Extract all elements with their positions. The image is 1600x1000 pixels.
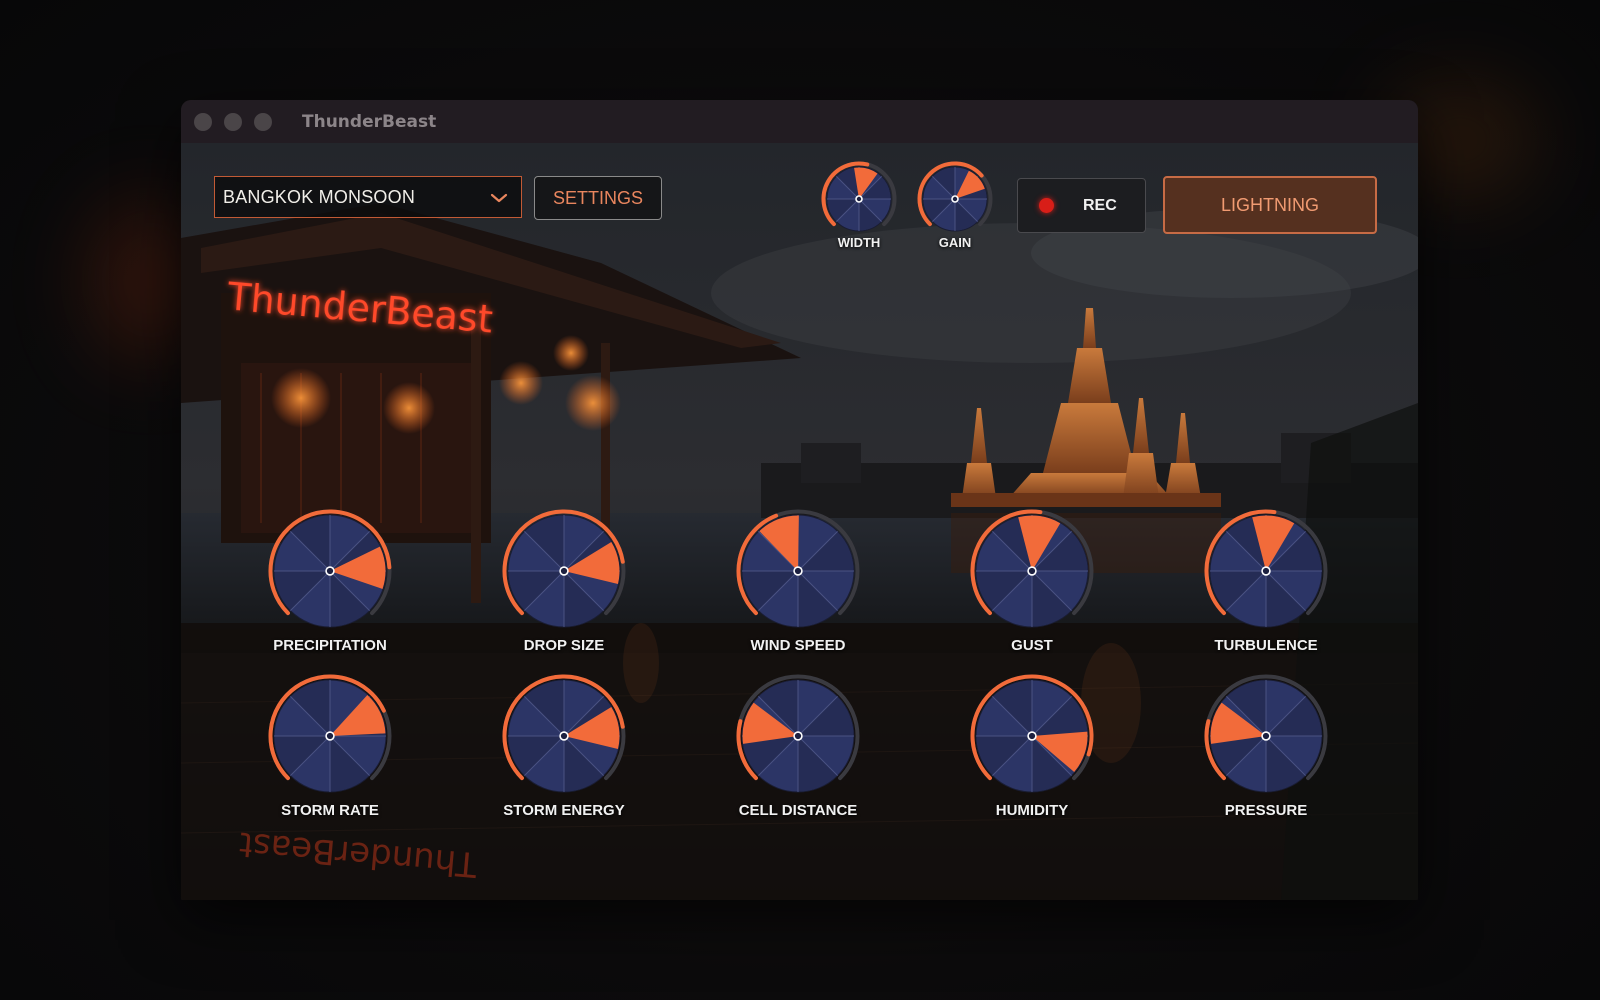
record-button[interactable]: REC — [1017, 178, 1146, 233]
chevron-down-icon — [490, 193, 508, 203]
record-indicator-icon — [1039, 198, 1054, 213]
knob-gain[interactable]: GAIN — [915, 159, 995, 250]
knob-dial — [970, 509, 1094, 628]
knob-label: DROP SIZE — [523, 637, 605, 654]
knob-dial — [268, 674, 392, 793]
preset-dropdown[interactable]: BANGKOK MONSOON — [214, 176, 522, 218]
knob-dial — [1204, 509, 1328, 628]
knob-turbulence[interactable]: TURBULENCE — [1202, 507, 1330, 654]
plugin-panel: ThunderBeast ThunderBeast BANGKOK MONSOO… — [181, 143, 1418, 900]
knob-hub — [1261, 731, 1271, 741]
knob-gust[interactable]: GUST — [968, 507, 1096, 654]
knob-cell-distance[interactable]: CELL DISTANCE — [734, 672, 862, 819]
zoom-window-button[interactable] — [254, 112, 272, 131]
knob-storm-rate[interactable]: STORM RATE — [266, 672, 394, 819]
record-label: REC — [1083, 196, 1117, 214]
preset-name: BANGKOK MONSOON — [223, 186, 416, 207]
knob-dial — [736, 674, 860, 793]
knob-hub — [855, 195, 863, 203]
knob-dial — [970, 674, 1094, 793]
close-window-button[interactable] — [194, 112, 212, 131]
knob-label: STORM RATE — [281, 802, 379, 819]
knob-pressure[interactable]: PRESSURE — [1202, 672, 1330, 819]
knob-hub — [325, 566, 335, 576]
knob-label: GUST — [1011, 637, 1053, 654]
knob-precipitation[interactable]: PRECIPITATION — [266, 507, 394, 654]
knob-label: TURBULENCE — [1214, 637, 1318, 654]
knob-storm-energy[interactable]: STORM ENERGY — [500, 672, 628, 819]
knob-label: PRESSURE — [1224, 802, 1308, 819]
knob-hub — [1261, 566, 1271, 576]
lightning-button[interactable]: LIGHTNING — [1163, 176, 1377, 234]
app-window: ThunderBeast ThunderBeast ThunderBeast B… — [181, 100, 1418, 900]
knob-dial — [917, 161, 993, 232]
knob-label: CELL DISTANCE — [738, 802, 858, 819]
knob-label: GAIN — [938, 235, 972, 250]
knob-label: WIND SPEED — [750, 637, 846, 654]
knob-drop-size[interactable]: DROP SIZE — [500, 507, 628, 654]
knob-wind-speed[interactable]: WIND SPEED — [734, 507, 862, 654]
knob-dial — [268, 509, 392, 628]
knob-hub — [325, 731, 335, 741]
knob-dial — [736, 509, 860, 628]
window-title: ThunderBeast — [302, 111, 437, 132]
minimize-window-button[interactable] — [224, 112, 242, 131]
knob-dial — [1204, 674, 1328, 793]
settings-button[interactable]: SETTINGS — [534, 176, 662, 220]
knob-hub — [559, 566, 569, 576]
knob-label: PRECIPITATION — [273, 637, 387, 654]
knob-hub — [793, 566, 803, 576]
knob-width[interactable]: WIDTH — [819, 159, 899, 250]
title-bar: ThunderBeast — [181, 100, 1418, 143]
knob-hub — [1027, 731, 1037, 741]
knob-label: STORM ENERGY — [503, 802, 625, 819]
knob-dial — [821, 161, 897, 232]
knob-dial — [502, 509, 626, 628]
knob-humidity[interactable]: HUMIDITY — [968, 672, 1096, 819]
knob-dial — [502, 674, 626, 793]
knob-hub — [951, 195, 959, 203]
knob-hub — [559, 731, 569, 741]
knob-label: HUMIDITY — [995, 802, 1069, 819]
knob-hub — [1027, 566, 1037, 576]
knob-hub — [793, 731, 803, 741]
